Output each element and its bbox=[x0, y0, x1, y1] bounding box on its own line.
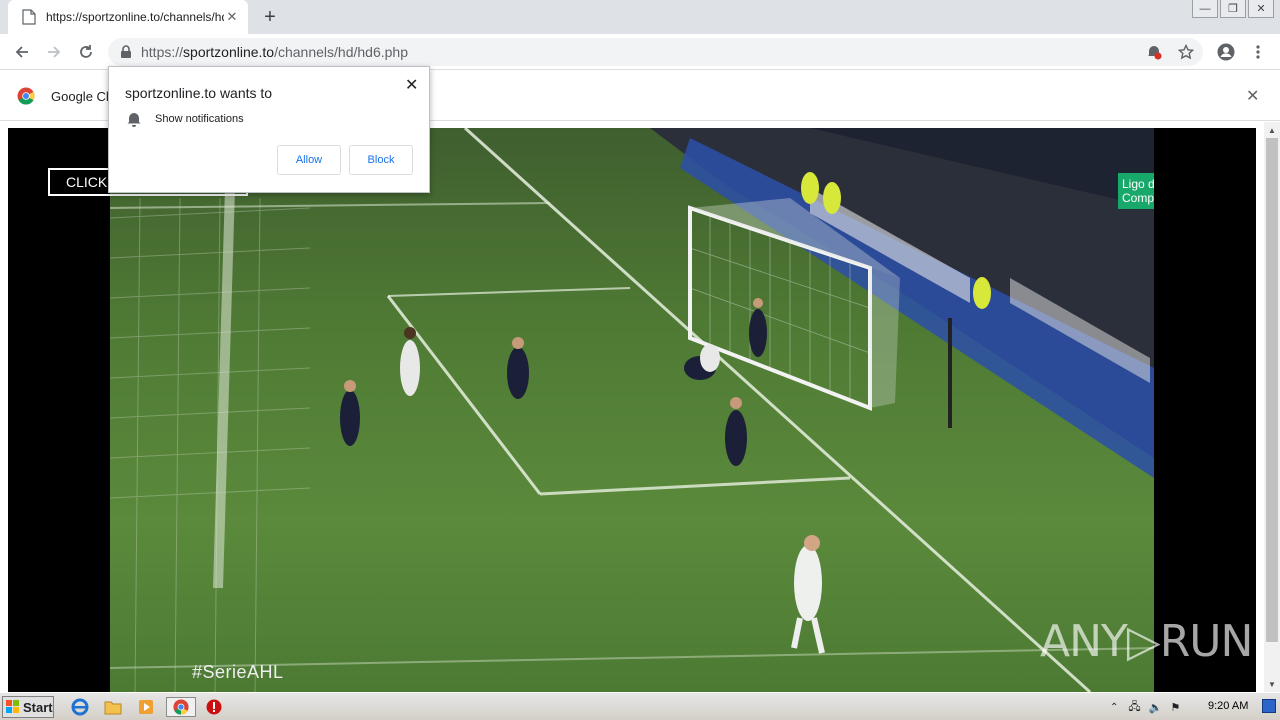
chrome-logo-icon bbox=[17, 87, 35, 105]
bell-icon bbox=[127, 113, 141, 127]
bookmark-button[interactable] bbox=[1174, 40, 1198, 64]
reload-button[interactable] bbox=[74, 40, 98, 64]
internet-explorer-icon[interactable] bbox=[70, 697, 90, 717]
windows-logo-icon bbox=[6, 700, 19, 713]
taskbar: Start ⌃ 🖧 🔈 ⚑ 9:20 AM bbox=[0, 692, 1280, 720]
browser-toolbar: https://sportzonline.to/channels/hd/hd6.… bbox=[0, 34, 1280, 70]
video-frame[interactable]: Ligo de Compeones bbox=[110, 128, 1154, 692]
menu-button[interactable] bbox=[1246, 40, 1270, 64]
allow-button[interactable]: Allow bbox=[277, 145, 341, 175]
opera-stop-icon[interactable] bbox=[204, 697, 224, 717]
info-bar-text: Google Ch bbox=[51, 89, 114, 104]
tray-expand-icon[interactable]: ⌃ bbox=[1110, 702, 1118, 713]
account-icon bbox=[1217, 43, 1235, 61]
back-button[interactable] bbox=[10, 40, 34, 64]
page-scrollbar[interactable]: ▲ ▼ bbox=[1264, 122, 1280, 692]
forward-button[interactable] bbox=[42, 40, 66, 64]
network-icon[interactable]: 🖧 bbox=[1128, 698, 1140, 717]
popup-close-icon[interactable]: ✕ bbox=[405, 75, 418, 95]
address-bar[interactable]: https://sportzonline.to/channels/hd/hd6.… bbox=[108, 38, 1203, 66]
lock-icon[interactable] bbox=[120, 45, 132, 59]
close-window-button[interactable]: ✕ bbox=[1248, 0, 1274, 18]
tab-strip: https://sportzonline.to/channels/hd/ ✕ +… bbox=[0, 0, 1280, 34]
start-label: Start bbox=[23, 699, 53, 715]
back-arrow-icon bbox=[15, 46, 28, 58]
tab-close-icon[interactable]: ✕ bbox=[224, 9, 240, 25]
kebab-menu-icon bbox=[1256, 45, 1260, 59]
minimize-button[interactable]: — bbox=[1192, 0, 1218, 18]
hashtag-caption: #SerieAHL bbox=[192, 662, 284, 682]
page-content: Ligo de Compeones CLICK #SerieAHL ANY▷RU… bbox=[0, 122, 1264, 692]
scrollbar-thumb[interactable] bbox=[1266, 138, 1278, 642]
block-button[interactable]: Block bbox=[349, 145, 413, 175]
video-player[interactable]: Ligo de Compeones CLICK #SerieAHL ANY▷RU… bbox=[8, 128, 1256, 692]
popup-title: sportzonline.to wants to bbox=[125, 85, 273, 101]
restore-button[interactable]: ❐ bbox=[1220, 0, 1246, 18]
browser-tab[interactable]: https://sportzonline.to/channels/hd/ ✕ bbox=[8, 0, 248, 34]
media-player-icon[interactable] bbox=[136, 697, 156, 717]
league-badge: Ligo de Compeones bbox=[1118, 173, 1154, 209]
profile-button[interactable] bbox=[1214, 40, 1238, 64]
notifications-blocked-button[interactable] bbox=[1142, 40, 1166, 64]
system-tray: ⌃ 🖧 🔈 ⚑ bbox=[1106, 696, 1278, 718]
star-icon bbox=[1178, 44, 1194, 60]
reload-icon bbox=[80, 45, 92, 58]
football-pitch-image bbox=[110, 128, 1154, 692]
scroll-up-icon[interactable]: ▲ bbox=[1264, 122, 1280, 138]
blocked-notification-icon bbox=[1148, 46, 1162, 60]
anyrun-watermark: ANY▷RUN bbox=[1040, 616, 1253, 667]
show-desktop-icon[interactable] bbox=[1262, 699, 1276, 713]
volume-icon[interactable]: 🔈 bbox=[1149, 701, 1163, 714]
start-button[interactable]: Start bbox=[2, 696, 54, 718]
page-icon bbox=[22, 9, 36, 25]
file-explorer-icon[interactable] bbox=[103, 697, 123, 717]
scroll-down-icon[interactable]: ▼ bbox=[1264, 676, 1280, 692]
notification-permission-popup: sportzonline.to wants to ✕ Show notifica… bbox=[108, 66, 430, 193]
tab-title: https://sportzonline.to/channels/hd/ bbox=[46, 10, 224, 24]
taskbar-clock[interactable]: 9:20 AM bbox=[1208, 700, 1248, 712]
chrome-taskbar-button[interactable] bbox=[166, 697, 196, 717]
window-controls: — ❐ ✕ bbox=[1190, 0, 1274, 18]
info-bar-close-icon[interactable]: ✕ bbox=[1246, 86, 1259, 106]
url-text[interactable]: https://sportzonline.to/channels/hd/hd6.… bbox=[141, 44, 408, 60]
action-center-flag-icon[interactable]: ⚑ bbox=[1170, 701, 1180, 714]
forward-arrow-icon bbox=[48, 46, 61, 58]
permission-item: Show notifications bbox=[155, 113, 244, 125]
new-tab-button[interactable]: + bbox=[258, 5, 282, 29]
